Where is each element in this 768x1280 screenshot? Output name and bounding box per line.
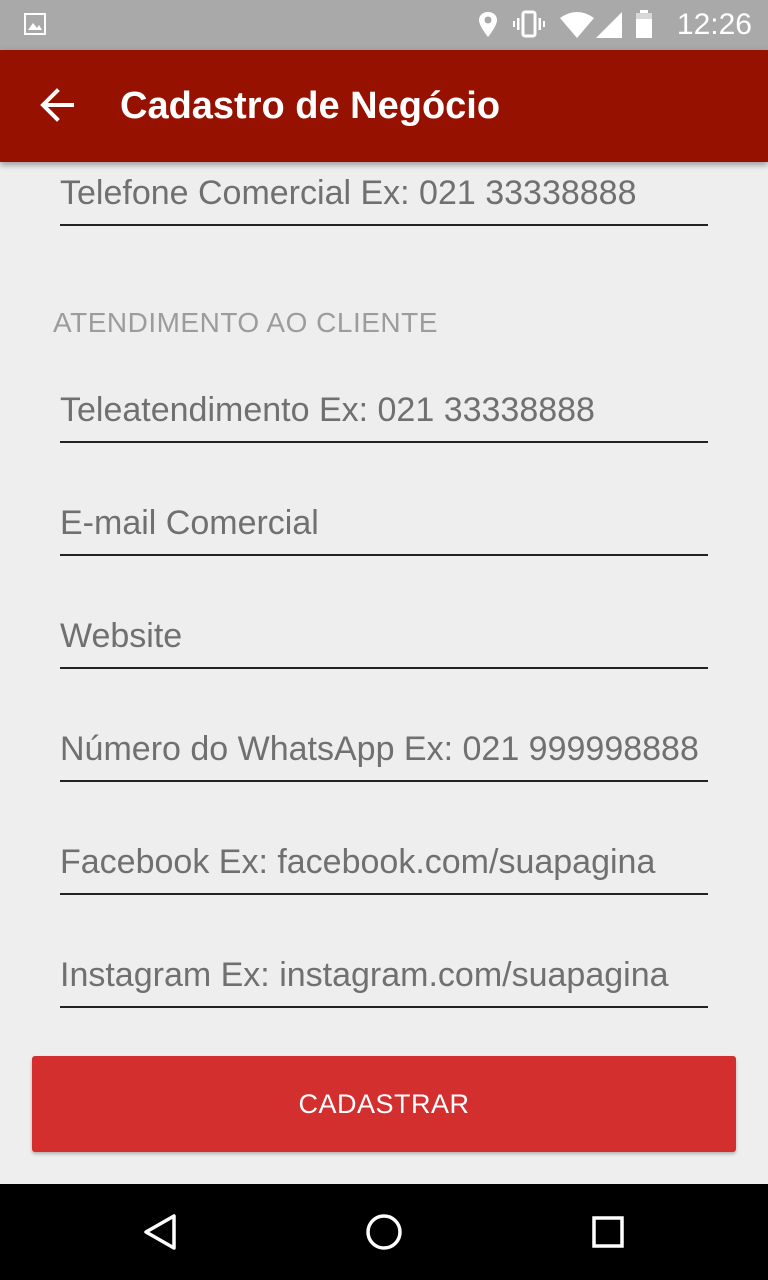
whatsapp-input[interactable]: [60, 726, 700, 772]
email-input[interactable]: [60, 500, 700, 546]
commercial-phone-input[interactable]: [60, 170, 700, 216]
location-icon: [479, 12, 497, 37]
field-whatsapp[interactable]: [60, 720, 708, 782]
field-facebook[interactable]: [60, 833, 708, 895]
field-website[interactable]: [60, 607, 708, 669]
field-teleatendimento[interactable]: [60, 381, 708, 443]
back-button[interactable]: [28, 76, 86, 134]
teleatendimento-input[interactable]: [60, 387, 700, 433]
website-input[interactable]: [60, 613, 700, 659]
signal-icon: [596, 12, 622, 38]
facebook-input[interactable]: [60, 839, 700, 885]
recents-square-icon[interactable]: [584, 1208, 632, 1256]
field-email[interactable]: [60, 494, 708, 556]
wifi-icon: [560, 12, 594, 38]
form-content[interactable]: ATENDIMENTO AO CLIENTE CADASTRAR: [0, 162, 768, 1184]
field-instagram[interactable]: [60, 946, 708, 1008]
vibrate-icon: [513, 10, 545, 38]
navigation-bar: [0, 1184, 768, 1280]
battery-icon: [636, 10, 652, 38]
instagram-input[interactable]: [60, 952, 700, 998]
status-icons: [479, 10, 652, 38]
page-title: Cadastro de Negócio: [120, 85, 501, 127]
clock: 12:26: [676, 8, 752, 41]
back-triangle-icon[interactable]: [136, 1208, 184, 1256]
app-bar: Cadastro de Negócio: [0, 50, 768, 162]
submit-button[interactable]: CADASTRAR: [32, 1056, 736, 1152]
field-commercial-phone[interactable]: [60, 164, 708, 226]
status-bar: 12:26: [0, 0, 768, 50]
home-circle-icon[interactable]: [360, 1208, 408, 1256]
arrow-back-icon: [40, 88, 74, 122]
section-title: ATENDIMENTO AO CLIENTE: [53, 307, 438, 338]
gallery-icon: [24, 13, 46, 35]
